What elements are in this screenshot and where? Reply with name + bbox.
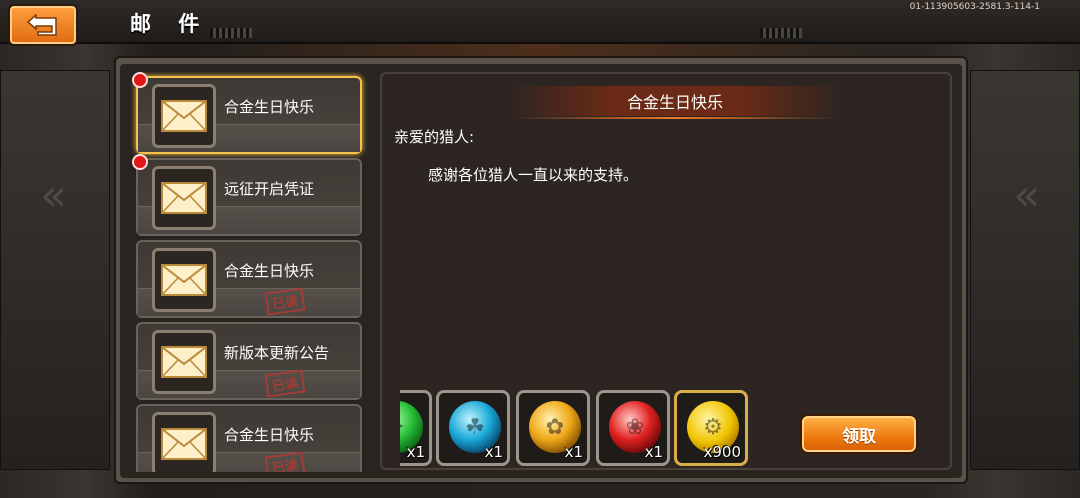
- back-button[interactable]: [8, 4, 78, 46]
- top-bar: 邮 件 01-113905603-2581.3-114-1: [0, 0, 1080, 46]
- reward-count: x1: [406, 443, 425, 461]
- reward-count: x1: [484, 443, 503, 461]
- version-text: 01-113905603-2581.3-114-1: [909, 2, 1040, 12]
- mail-list-item[interactable]: 合金生日快乐 已读: [136, 240, 362, 318]
- mail-list-item[interactable]: 远征开启凭证: [132, 154, 362, 236]
- envelope-icon: [152, 84, 216, 148]
- envelope-icon: [152, 412, 216, 472]
- reward-list[interactable]: ✦ x1 ☘ x1 ✿ x1 ❀ x1 ⚙ x900: [400, 390, 752, 468]
- vent-decor: [760, 28, 802, 38]
- vent-decor: [210, 28, 252, 38]
- mail-body: 感谢各位猎人一直以来的支持。: [428, 166, 639, 184]
- page-title: 邮 件: [130, 12, 210, 36]
- mail-greeting: 亲爱的猎人:: [394, 128, 475, 146]
- background-left-panel: [0, 70, 110, 470]
- envelope-icon: [152, 330, 216, 394]
- reward-count: x1: [644, 443, 663, 461]
- mail-subject: 合金生日快乐: [224, 262, 315, 280]
- envelope-icon: [152, 248, 216, 312]
- mail-list-item[interactable]: 新版本更新公告 已读: [136, 322, 362, 400]
- mail-title: 合金生日快乐: [626, 93, 723, 112]
- reward-item[interactable]: ✿ x1: [516, 390, 590, 466]
- mail-subject: 新版本更新公告: [224, 344, 330, 362]
- reward-count: x1: [564, 443, 583, 461]
- reward-item[interactable]: ✦ x1: [400, 390, 432, 466]
- chevron-left-decor-icon: «: [40, 170, 67, 221]
- reward-item[interactable]: ☘ x1: [436, 390, 510, 466]
- background-right-panel: [970, 70, 1080, 470]
- unread-dot-icon: [132, 154, 148, 170]
- mail-subject: 合金生日快乐: [224, 426, 315, 444]
- mail-title-bar: 合金生日快乐: [510, 86, 840, 119]
- envelope-icon: [152, 166, 216, 230]
- chevron-right-decor-icon: «: [1013, 170, 1040, 221]
- mail-list-item[interactable]: 合金生日快乐: [132, 72, 362, 154]
- reward-item[interactable]: ⚙ x900: [674, 390, 748, 466]
- claim-button[interactable]: 领取: [800, 414, 918, 454]
- mail-list-item[interactable]: 合金生日快乐 已读: [136, 404, 362, 472]
- reward-count: x900: [703, 443, 741, 461]
- mail-list[interactable]: 合金生日快乐 远征开启凭证 合金生日快乐 已读 新版本更新公告 已读 合金生日快…: [126, 72, 370, 472]
- mail-subject: 合金生日快乐: [224, 98, 315, 116]
- reward-item[interactable]: ❀ x1: [596, 390, 670, 466]
- unread-dot-icon: [132, 72, 148, 88]
- mail-subject: 远征开启凭证: [224, 180, 315, 198]
- back-arrow-icon: [26, 14, 57, 36]
